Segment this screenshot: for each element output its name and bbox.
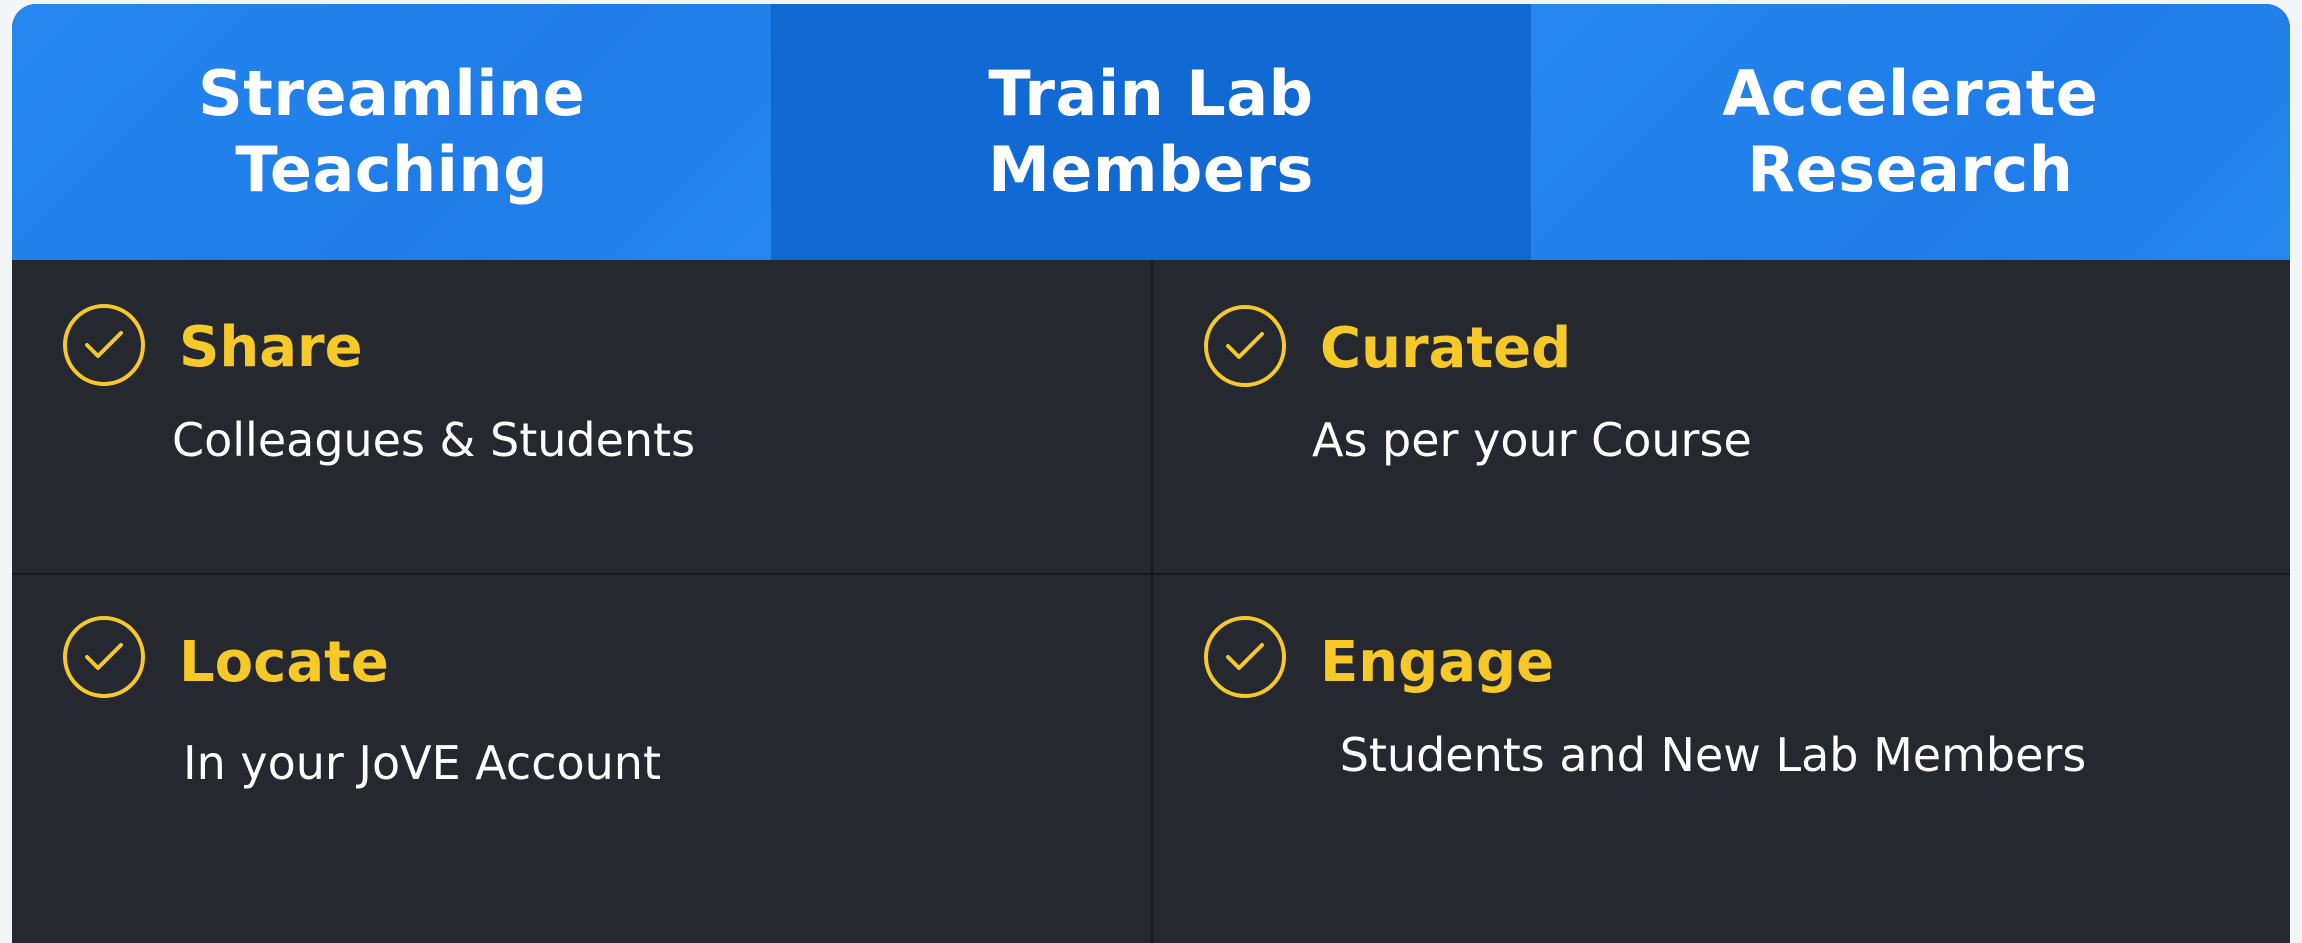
check-circle-icon — [1204, 616, 1286, 698]
feature-locate: Locate In your JoVE Account — [12, 575, 1151, 943]
feature-title: Locate — [179, 630, 389, 695]
feature-title: Share — [179, 315, 363, 380]
tab-bar: Streamline Teaching Train Lab Members Ac… — [12, 4, 2290, 260]
checkmark-icon — [85, 643, 123, 670]
check-circle-icon — [63, 616, 145, 698]
checkmark-icon — [85, 331, 123, 358]
check-circle-icon — [1204, 305, 1286, 387]
tab-train-lab-members-label: Train Lab Members — [988, 56, 1314, 206]
tab-accelerate-research[interactable]: Accelerate Research — [1530, 4, 2290, 260]
feature-card: Streamline Teaching Train Lab Members Ac… — [12, 4, 2290, 943]
tab-train-lab-members[interactable]: Train Lab Members — [771, 4, 1531, 260]
tab-streamline-teaching-label: Streamline Teaching — [198, 56, 586, 206]
feature-curated: Curated As per your Course — [1153, 260, 2290, 573]
feature-subtitle: As per your Course — [1312, 413, 1752, 467]
feature-subtitle: Students and New Lab Members — [1339, 728, 2087, 782]
feature-subtitle: In your JoVE Account — [183, 736, 661, 790]
feature-title: Curated — [1320, 316, 1572, 381]
feature-title: Engage — [1320, 630, 1555, 695]
tab-streamline-teaching[interactable]: Streamline Teaching — [12, 4, 772, 260]
feature-engage: Engage Students and New Lab Members — [1153, 575, 2290, 943]
feature-subtitle: Colleagues & Students — [172, 413, 696, 467]
feature-share: Share Colleagues & Students — [12, 260, 1151, 573]
checkmark-icon — [1226, 332, 1264, 359]
tab-accelerate-research-label: Accelerate Research — [1722, 56, 2099, 206]
checkmark-icon — [1226, 643, 1264, 670]
check-circle-icon — [63, 304, 145, 386]
feature-grid: Share Colleagues & Students Curated As p… — [12, 260, 2290, 943]
